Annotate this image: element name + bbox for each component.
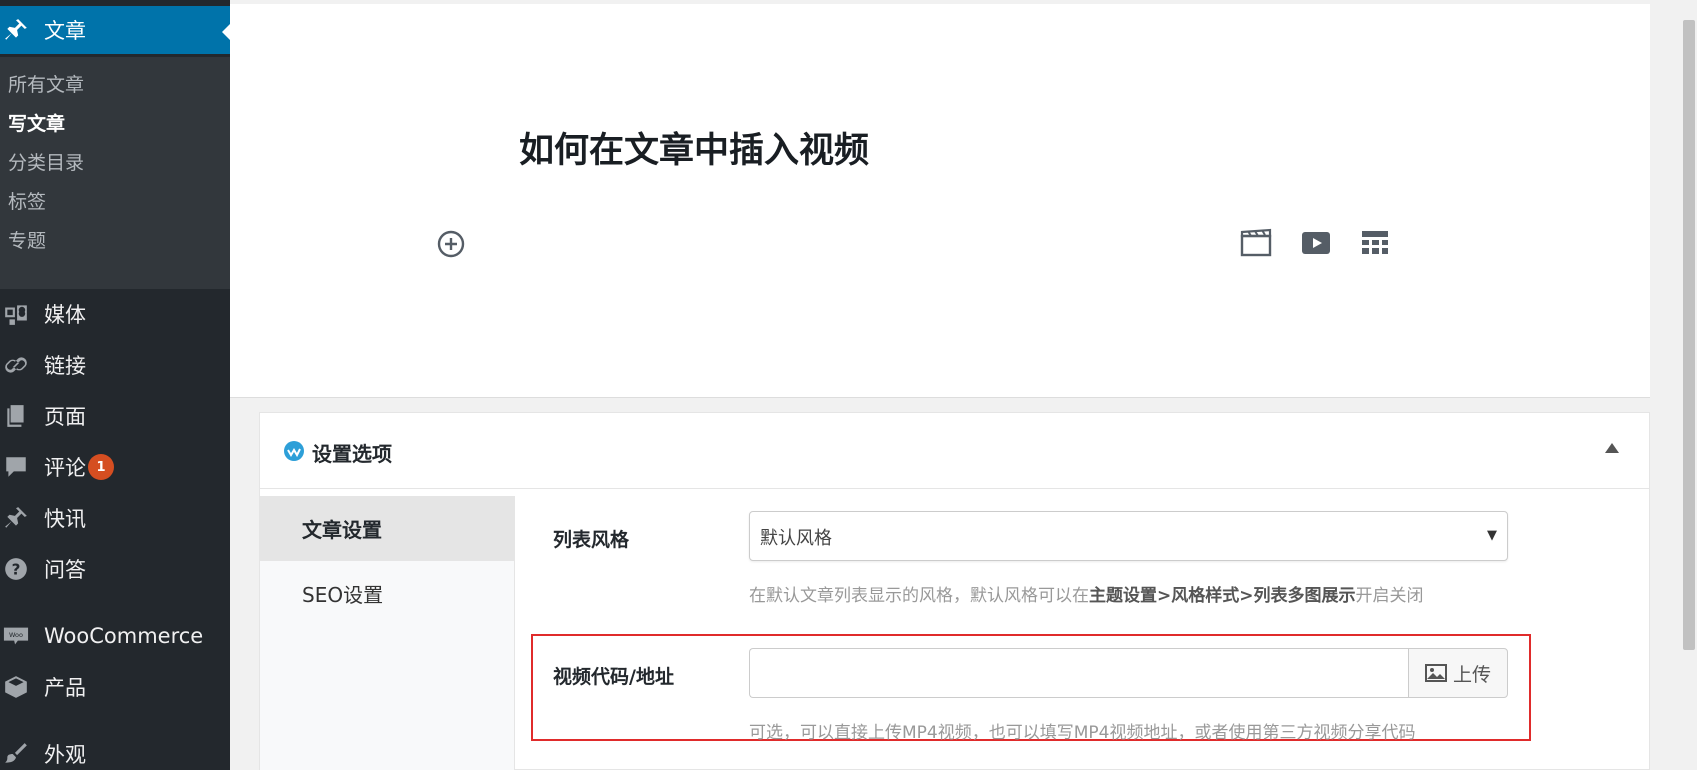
submenu-topics[interactable]: 专题 [8,226,46,253]
active-indicator [222,24,230,40]
pushpin-icon [2,504,30,532]
upload-button-label: 上传 [1452,663,1491,686]
tab-seo-settings[interactable]: SEO设置 [260,561,515,626]
page-scrollbar-thumb[interactable] [1683,20,1695,650]
sidebar-item-label: 评论 [44,456,86,480]
settings-title: 设置选项 [312,442,392,466]
sidebar-item-media[interactable]: 媒体 [0,290,230,338]
tab-post-settings[interactable]: 文章设置 [260,496,515,561]
video-block-icon[interactable] [1239,228,1273,258]
upload-video-button[interactable]: 上传 [1408,648,1508,698]
media-icon [2,300,30,328]
sidebar-item-posts[interactable]: 文章 [0,6,230,54]
video-code-label: 视频代码/地址 [553,666,674,688]
post-title[interactable]: 如何在文章中插入视频 [519,122,869,173]
collapse-arrow-icon[interactable] [1605,443,1619,453]
sidebar-item-appearance[interactable]: 外观 [0,730,230,770]
youtube-block-icon[interactable] [1299,228,1333,258]
sidebar-item-label: 外观 [44,743,86,767]
settings-tabs: 文章设置 SEO设置 [260,496,515,770]
pushpin-icon [2,16,30,44]
pages-icon [2,402,30,430]
theme-logo-icon [284,441,304,461]
add-block-icon[interactable] [436,229,466,259]
submenu-new-post[interactable]: 写文章 [8,109,65,136]
list-style-value: 默认风格 [760,528,832,549]
sidebar-item-label: WooCommerce [44,624,204,648]
sidebar-item-label: 问答 [44,558,86,582]
video-code-input[interactable] [749,648,1408,698]
question-icon: ? [2,555,30,583]
table-block-icon[interactable] [1358,228,1392,258]
comment-count-badge: 1 [88,454,114,480]
sidebar-item-label: 快讯 [44,507,86,531]
sidebar-item-news[interactable]: 快讯 [0,494,230,542]
woo-icon: Woo [2,622,30,650]
sidebar-item-pages[interactable]: 页面 [0,392,230,440]
box-icon [2,673,30,701]
link-icon [2,351,30,379]
submenu-categories[interactable]: 分类目录 [8,148,84,175]
sidebar-item-label: 链接 [44,354,86,378]
sidebar-item-comments[interactable]: 评论 1 [0,443,230,491]
list-style-select[interactable]: 默认风格 ▼ [749,511,1508,561]
list-style-help: 在默认文章列表显示的风格，默认风格可以在主题设置>风格样式>列表多图展示开启关闭 [749,586,1424,606]
block-editor-canvas[interactable]: 如何在文章中插入视频 [230,4,1650,398]
settings-header[interactable]: 设置选项 [260,413,1649,489]
settings-meta-box: 设置选项 文章设置 SEO设置 列表风格 默认风格 ▼ 在默认文章列表显示的风格… [259,412,1650,770]
sidebar-item-qa[interactable]: ? 问答 [0,545,230,593]
video-code-help: 可选，可以直接上传MP4视频，也可以填写MP4视频地址，或者使用第三方视频分享代… [749,723,1416,743]
submenu-tags[interactable]: 标签 [8,187,46,214]
sidebar-item-label: 产品 [44,676,86,700]
comment-icon [2,453,30,481]
sidebar-item-products[interactable]: 产品 [0,663,230,711]
sidebar-item-links[interactable]: 链接 [0,341,230,389]
chevron-down-icon: ▼ [1487,528,1497,543]
sidebar-item-woocommerce[interactable]: Woo WooCommerce [0,612,230,660]
sidebar-item-label: 媒体 [44,303,86,327]
admin-sidebar: 文章 所有文章 写文章 分类目录 标签 专题 媒体 链接 页面 评论 1 快讯 … [0,0,230,770]
sidebar-item-label: 文章 [44,19,86,43]
sidebar-item-label: 页面 [44,405,86,429]
list-style-label: 列表风格 [553,529,630,551]
submenu-all-posts[interactable]: 所有文章 [8,70,84,97]
image-icon [1424,664,1447,682]
svg-text:?: ? [12,560,21,578]
brush-icon [2,740,30,768]
sidebar-submenu: 所有文章 写文章 分类目录 标签 专题 [0,57,230,289]
svg-text:Woo: Woo [9,631,23,639]
